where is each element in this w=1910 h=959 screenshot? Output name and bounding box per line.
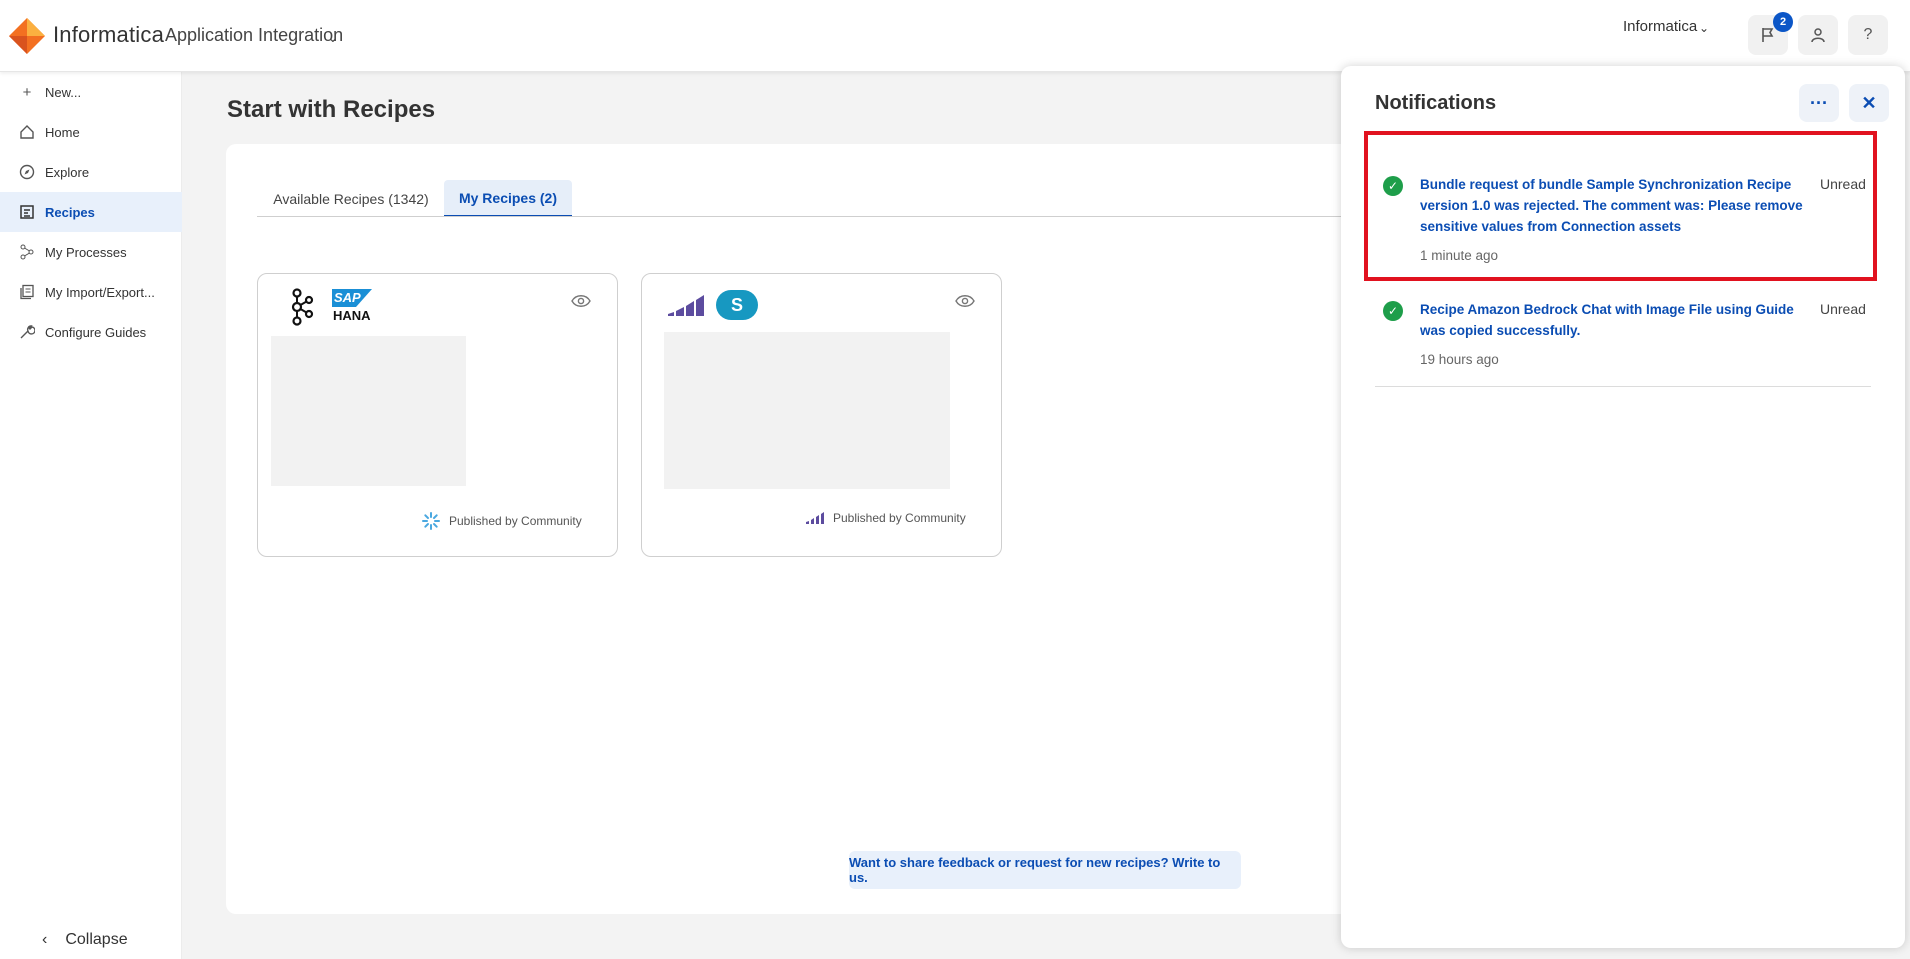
sidebar-item-label: Recipes [45,204,95,220]
marketo-small-icon [806,512,824,524]
import-export-icon [16,281,38,303]
check-circle-icon: ✓ [1383,301,1403,321]
sidebar-item-home[interactable]: Home [0,112,182,152]
page-title: Start with Recipes [227,96,436,123]
user-icon [1811,28,1825,43]
sidebar-item-new[interactable]: + New... [0,72,182,112]
notification-status[interactable]: Unread [1820,301,1866,317]
compass-icon [16,161,38,183]
sidebar-item-configure-guides[interactable]: Configure Guides [0,312,182,352]
question-mark-icon: ? [1863,26,1873,43]
kafka-logo-icon [291,288,314,326]
notification-divider [1375,386,1871,387]
notification-message[interactable]: Recipe Amazon Bedrock Chat with Image Fi… [1420,299,1815,341]
close-icon: ✕ [1861,92,1877,113]
collapse-label: Collapse [65,931,128,948]
sidebar-item-label: New... [45,84,82,100]
notification-time: 19 hours ago [1420,352,1499,367]
chevron-left-icon: ‹ [42,931,48,948]
tabs-divider [257,216,1386,217]
informatica-logo-icon[interactable] [8,17,46,55]
publisher-label: Published by Community [833,511,966,525]
tab-my-recipes[interactable]: My Recipes (2) [444,180,572,217]
more-options-button[interactable]: ··· [1799,84,1839,122]
tab-available-recipes[interactable]: Available Recipes (1342) [258,180,444,217]
recipes-icon [16,201,38,223]
user-profile-button[interactable] [1798,15,1838,55]
community-icon [422,512,440,530]
chevron-down-icon[interactable]: ⌄ [327,29,339,46]
recipe-card[interactable]: SAP HANA Published by Community [257,273,618,557]
product-switcher[interactable]: Application Integration [165,25,343,46]
sap-logo-icon: SAP [332,289,372,307]
sidebar-item-label: Explore [45,164,90,180]
check-circle-icon: ✓ [1383,176,1403,196]
notification-status[interactable]: Unread [1820,176,1866,192]
notifications-panel: Notifications ··· ✕ ✓ Bundle request of … [1341,66,1905,948]
top-header: Informatica Application Integration ⌄ In… [0,0,1910,72]
notifications-title: Notifications [1375,92,1497,114]
ellipsis-icon: ··· [1810,92,1828,113]
home-icon [16,121,38,143]
sidebar-item-recipes[interactable]: Recipes [0,192,182,232]
feedback-link[interactable]: Want to share feedback or request for ne… [849,851,1241,889]
wrench-icon [16,321,38,343]
close-button[interactable]: ✕ [1849,84,1889,122]
publisher-info: Published by Community [805,511,966,525]
plus-icon: + [22,83,32,101]
notification-message[interactable]: Bundle request of bundle Sample Synchron… [1420,174,1815,237]
chevron-down-icon[interactable]: ⌄ [1699,21,1709,35]
sidebar-item-import-export[interactable]: My Import/Export... [0,272,182,312]
sidebar-item-label: My Import/Export... [45,284,155,300]
processes-icon [16,241,38,263]
recipe-thumbnail [664,332,950,489]
help-button[interactable]: ? [1848,15,1888,55]
notification-count-badge: 2 [1773,12,1793,32]
marketo-logo-icon [668,295,704,316]
sidebar-item-label: Configure Guides [45,324,147,340]
sidebar-item-explore[interactable]: Explore [0,152,182,192]
sidebar-item-my-processes[interactable]: My Processes [0,232,182,272]
recipe-card[interactable]: S Published by Community [641,273,1002,557]
collapse-sidebar-button[interactable]: ‹ Collapse [42,931,128,949]
eye-icon[interactable] [955,294,975,313]
publisher-info: Published by Community [421,511,582,531]
flag-icon [1762,28,1774,42]
publisher-label: Published by Community [449,514,582,528]
sidebar-item-label: Home [45,124,80,140]
eye-icon[interactable] [571,294,591,313]
sidebar-item-label: My Processes [45,244,127,260]
left-sidebar: + New... Home Explore Recipes My Process… [0,72,182,959]
org-switcher[interactable]: Informatica [1623,18,1697,35]
brand-name[interactable]: Informatica [53,22,164,48]
notification-time: 1 minute ago [1420,248,1499,263]
salesforce-logo-icon: S [716,290,758,320]
recipe-thumbnail [271,336,466,486]
hana-label: HANA [333,308,371,323]
